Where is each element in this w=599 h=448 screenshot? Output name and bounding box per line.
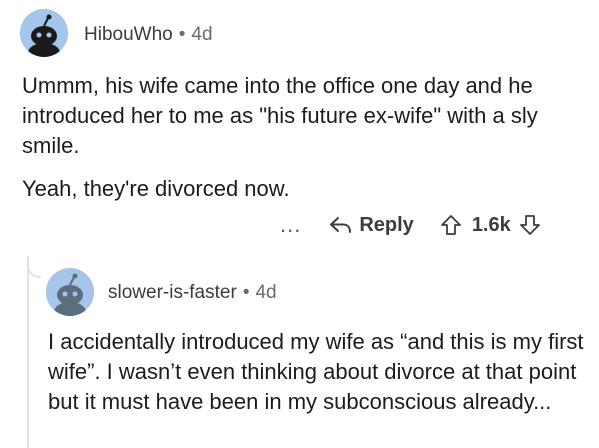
upvote-icon[interactable] bbox=[440, 214, 462, 236]
reply-label: Reply bbox=[359, 213, 414, 236]
comment-meta: HibouWho • 4d bbox=[84, 24, 213, 46]
avatar-icon bbox=[20, 9, 68, 57]
reply-icon bbox=[330, 217, 352, 233]
vote-count: 1.6k bbox=[471, 213, 511, 236]
timestamp: 4d bbox=[191, 24, 213, 45]
reply-button[interactable]: Reply bbox=[329, 213, 414, 237]
avatar[interactable] bbox=[46, 268, 94, 316]
separator-dot: • bbox=[178, 24, 186, 45]
comment-body: Ummm, his wife came into the office one … bbox=[22, 73, 538, 158]
username[interactable]: slower-is-faster bbox=[108, 282, 237, 303]
avatar[interactable] bbox=[20, 9, 68, 57]
comment-body: Yeah, they're divorced now. bbox=[22, 176, 290, 201]
thread-connector bbox=[27, 256, 41, 278]
avatar-icon bbox=[46, 268, 94, 316]
username[interactable]: HibouWho bbox=[84, 24, 173, 45]
more-options-button[interactable]: ... bbox=[280, 212, 301, 238]
separator-dot: • bbox=[242, 282, 250, 303]
timestamp: 4d bbox=[255, 282, 277, 303]
comment-body: I accidentally introduced my wife as “an… bbox=[48, 329, 584, 414]
downvote-icon[interactable] bbox=[519, 214, 541, 236]
vote-controls: 1.6k bbox=[440, 214, 541, 237]
comment-actions: ... Reply 1.6k bbox=[280, 208, 541, 242]
comment-meta: slower-is-faster • 4d bbox=[108, 282, 277, 304]
thread-line[interactable] bbox=[27, 256, 29, 448]
